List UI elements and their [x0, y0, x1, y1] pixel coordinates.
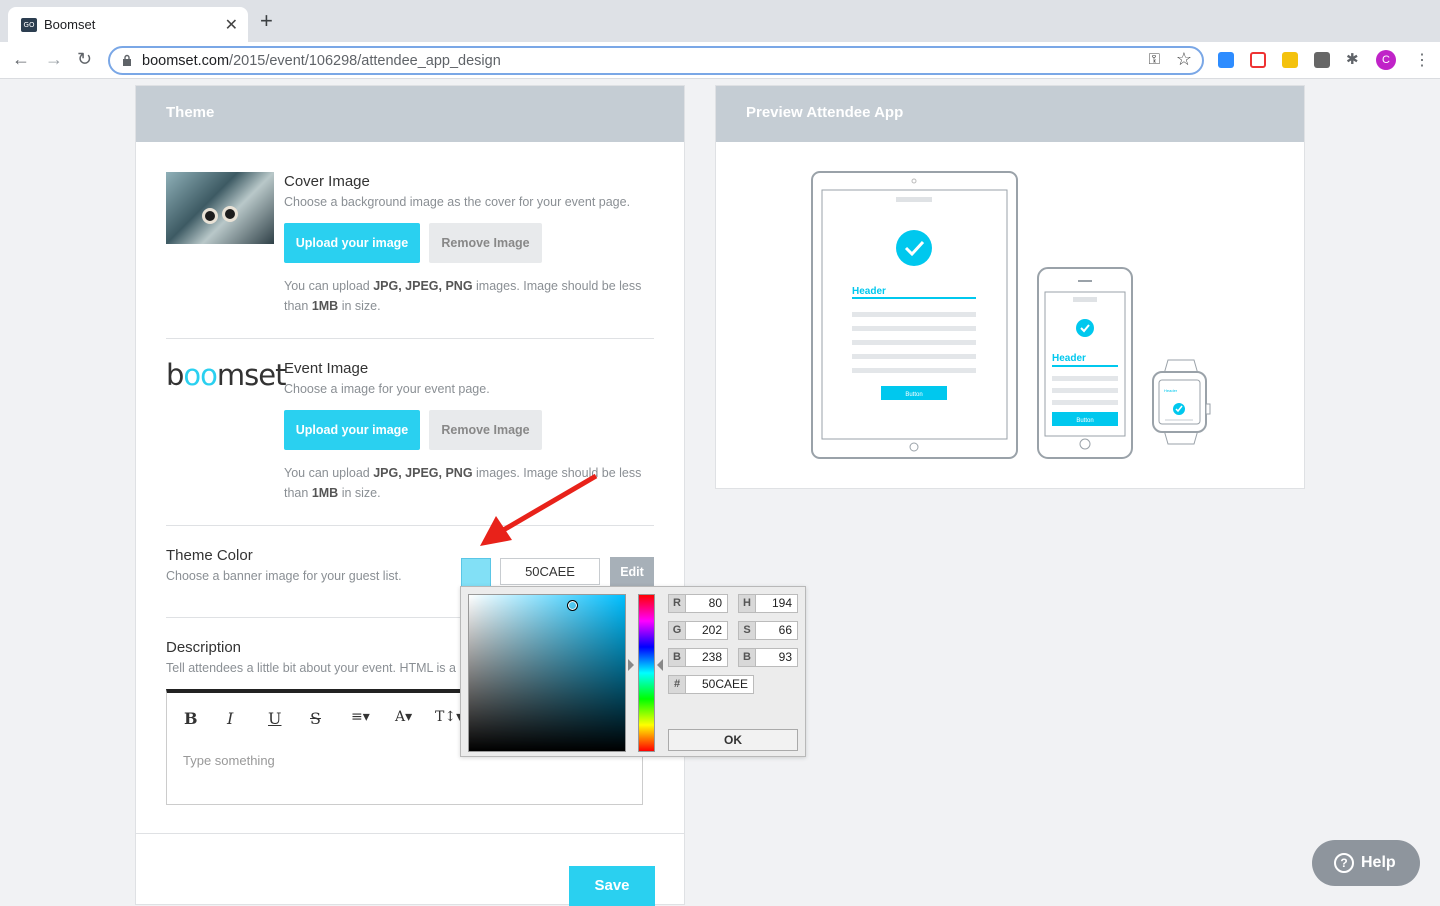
annotation-arrow-icon	[480, 473, 598, 546]
forward-icon[interactable]: →	[45, 49, 63, 70]
address-bar[interactable]: boomset.com/2015/event/106298/attendee_a…	[108, 46, 1204, 75]
hex-field[interactable]: #50CAEE	[668, 675, 754, 694]
preview-card-header: Preview Attendee App	[716, 86, 1304, 142]
color-picker-popup: R 80 G 202 B 238 H 194 S 66 B 93 #50CAEE OK	[460, 586, 806, 757]
description-title: Description	[166, 639, 242, 656]
blue-field[interactable]: B 238	[668, 648, 728, 667]
tablet-button-text: Button	[905, 392, 922, 398]
event-image-desc: Choose a image for your event page.	[284, 382, 490, 396]
theme-color-swatch[interactable]	[461, 558, 491, 587]
cover-remove-button[interactable]: Remove Image	[429, 223, 542, 263]
editor-placeholder[interactable]: Type something	[183, 753, 275, 768]
tab-title: Boomset	[44, 17, 96, 32]
theme-card-header: Theme	[136, 86, 684, 142]
picker-ok-button[interactable]: OK	[668, 729, 798, 751]
notes-extension-icon[interactable]	[1282, 52, 1298, 68]
preview-card-title: Preview Attendee App	[746, 104, 904, 121]
help-label: Help	[1361, 854, 1396, 871]
description-desc: Tell attendees a little bit about your e…	[166, 661, 456, 675]
picker-cursor[interactable]	[567, 600, 578, 611]
boomset-logo: boomset	[166, 358, 286, 392]
profile-avatar[interactable]: C	[1376, 50, 1396, 70]
browser-tab[interactable]: GO Boomset ✕	[8, 7, 248, 42]
help-button[interactable]: ? Help	[1312, 840, 1420, 886]
phone-button-text: Button	[1076, 418, 1093, 424]
cup-shape	[222, 206, 238, 222]
phone-mockup: Header Button	[1037, 267, 1133, 459]
cover-upload-button[interactable]: Upload your image	[284, 223, 420, 263]
font-size-dropdown[interactable]: T↕▾	[435, 709, 463, 725]
preview-card: Preview Attendee App Header Button Heade…	[715, 85, 1305, 489]
lock-icon	[123, 54, 131, 66]
italic-button[interactable]: I	[227, 709, 233, 728]
theme-color-desc: Choose a banner image for your guest lis…	[166, 569, 402, 583]
tablet-mockup: Header Button	[811, 171, 1018, 459]
cover-image-thumbnail	[166, 172, 274, 244]
browser-menu-icon[interactable]: ⋮	[1414, 50, 1430, 70]
device-preview-illustration: Header Button Header Button Header	[811, 171, 1211, 459]
event-remove-button[interactable]: Remove Image	[429, 410, 542, 450]
phone-header-text: Header	[1052, 353, 1086, 364]
divider	[166, 338, 654, 339]
strikethrough-button[interactable]: S	[310, 709, 321, 728]
divider	[136, 833, 684, 834]
url-text: boomset.com/2015/event/106298/attendee_a…	[142, 53, 501, 69]
bookmark-star-icon[interactable]: ☆	[1176, 49, 1192, 70]
hue-field[interactable]: H 194	[738, 594, 798, 613]
zoom-extension-icon[interactable]	[1218, 52, 1234, 68]
question-icon: ?	[1334, 853, 1354, 873]
browser-tabstrip: GO Boomset ✕ +	[0, 0, 1440, 42]
hue-slider[interactable]	[638, 594, 655, 752]
watch-header-text: Header	[1164, 388, 1178, 393]
tablet-header-text: Header	[852, 286, 886, 297]
hue-arrow-left-icon	[628, 659, 634, 671]
puzzle-extensions-icon[interactable]: ✱	[1346, 52, 1362, 68]
browser-toolbar: ← → ↻ boomset.com/2015/event/106298/atte…	[0, 42, 1440, 79]
brightness-field[interactable]: B 93	[738, 648, 798, 667]
cover-image-title: Cover Image	[284, 173, 370, 190]
broadcast-extension-icon[interactable]	[1250, 52, 1266, 68]
event-upload-button[interactable]: Upload your image	[284, 410, 420, 450]
font-color-dropdown[interactable]: A▾	[395, 709, 412, 725]
bold-button[interactable]: B	[184, 709, 198, 728]
new-tab-icon[interactable]: +	[260, 10, 273, 32]
key-icon[interactable]: ⚿	[1149, 51, 1160, 68]
theme-card-title: Theme	[166, 104, 215, 121]
boomset-favicon-icon: GO	[21, 18, 37, 32]
red-field[interactable]: R 80	[668, 594, 728, 613]
theme-color-hex-input[interactable]: 50CAEE	[500, 558, 600, 585]
saturation-field[interactable]: S 66	[738, 621, 798, 640]
save-button[interactable]: Save	[569, 866, 655, 906]
close-tab-icon[interactable]: ✕	[225, 15, 238, 35]
saturation-value-area[interactable]	[468, 594, 626, 752]
cover-image-desc: Choose a background image as the cover f…	[284, 195, 631, 209]
green-field[interactable]: G 202	[668, 621, 728, 640]
back-icon[interactable]: ←	[12, 49, 30, 70]
cover-upload-note: You can upload JPG, JPEG, PNG images. Im…	[284, 279, 642, 313]
align-dropdown[interactable]: ≡▾	[351, 709, 370, 725]
underline-button[interactable]: U	[268, 709, 281, 728]
theme-color-title: Theme Color	[166, 547, 253, 564]
tool-extension-icon[interactable]	[1314, 52, 1330, 68]
cup-shape	[202, 208, 218, 224]
theme-color-edit-button[interactable]: Edit	[610, 557, 654, 587]
reload-icon[interactable]: ↻	[77, 49, 92, 70]
theme-card: Theme Cover Image Choose a background im…	[135, 85, 685, 906]
event-image-title: Event Image	[284, 360, 369, 377]
watch-mockup: Header	[1152, 359, 1211, 445]
hue-arrow-right-icon	[657, 659, 663, 671]
